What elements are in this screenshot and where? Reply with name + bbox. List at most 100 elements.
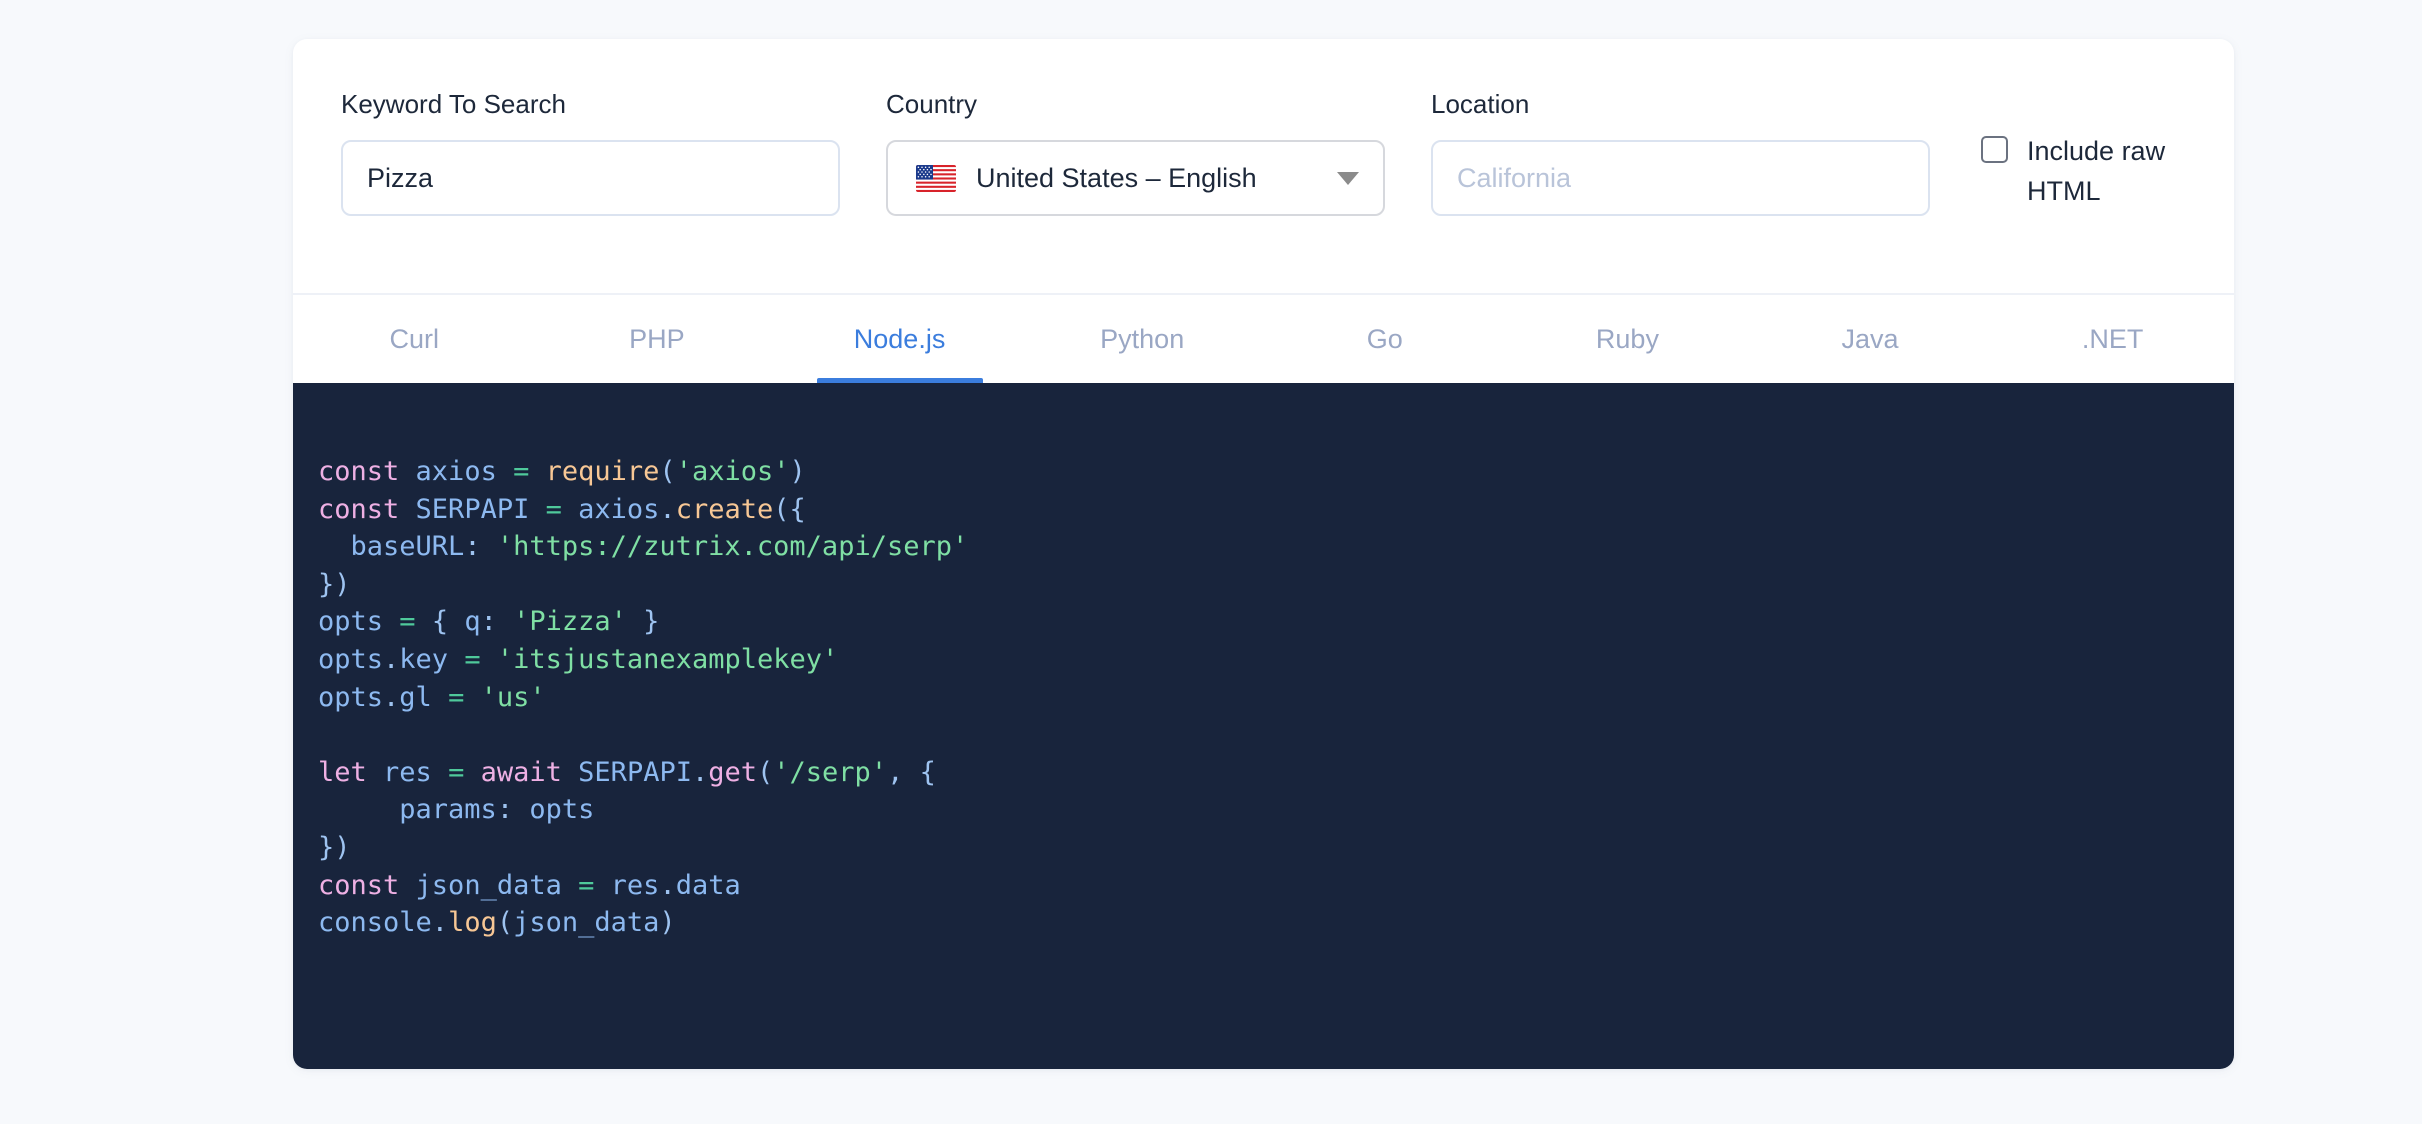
code-token: . (691, 756, 709, 788)
code-token: : (480, 606, 514, 638)
tab-label: PHP (629, 323, 685, 354)
code-token: = (513, 456, 530, 487)
code-token: . (383, 681, 400, 713)
code-token: params (318, 794, 497, 826)
chevron-down-icon (1337, 171, 1359, 185)
location-field-group: Location (1431, 91, 1930, 216)
code-token: console (318, 907, 432, 939)
code-token: ) (659, 907, 676, 939)
keyword-field-group: Keyword To Search (341, 91, 840, 216)
country-label: Country (886, 89, 978, 119)
code-token: = (448, 756, 465, 788)
code-token: . (659, 493, 676, 525)
api-playground-card: Keyword To Search Country (293, 39, 2234, 1069)
code-token: : (496, 794, 530, 826)
tab-node-js[interactable]: Node.js (778, 295, 1021, 383)
code-token: . (383, 643, 400, 675)
code-token: ) (789, 456, 806, 487)
tab-label: Curl (389, 323, 440, 354)
code-token: res (383, 756, 432, 788)
tab-label: Ruby (1595, 323, 1659, 354)
code-token: SERPAPI (415, 493, 530, 525)
code-token: const (318, 456, 400, 487)
code-token: = (464, 643, 481, 675)
code-token: let (318, 756, 367, 788)
code-snippet[interactable]: const axios = require('axios') const SER… (318, 453, 2234, 942)
tab-label: .NET (2081, 323, 2144, 354)
code-token: 'us' (480, 681, 546, 713)
code-token: SERPAPI (578, 756, 692, 788)
include-raw-html-label: Include raw HTML (2027, 136, 2166, 206)
code-token: baseURL (318, 531, 465, 563)
code-token: 'itsjustanexamplekey' (496, 643, 839, 675)
code-token: , { (887, 756, 936, 788)
tab-php[interactable]: PHP (536, 295, 779, 383)
code-token: { (431, 606, 465, 638)
country-select[interactable]: United States – English (886, 140, 1385, 216)
code-token: 'https://zutrix.com/api/serp' (496, 531, 969, 563)
code-token: 'Pizza' (513, 606, 627, 638)
code-token: opts (529, 794, 595, 826)
code-token: ( (659, 456, 676, 487)
code-token: opts (318, 643, 384, 675)
code-token: gl (399, 681, 432, 713)
tab-python[interactable]: Python (1021, 295, 1264, 383)
tab-label: Node.js (853, 323, 946, 354)
code-token: ( (496, 907, 514, 939)
search-form: Keyword To Search Country (293, 39, 2234, 295)
code-token: 'axios' (675, 456, 790, 487)
location-input[interactable] (1431, 140, 1930, 216)
include-raw-html-checkbox[interactable] (1981, 136, 2008, 163)
keyword-label: Keyword To Search (341, 89, 566, 119)
code-token: key (399, 643, 449, 675)
tab-curl[interactable]: Curl (293, 295, 536, 383)
code-token: json_data (513, 907, 660, 939)
code-token: get (708, 756, 758, 788)
code-token: require (545, 456, 660, 487)
code-token: json_data (415, 869, 562, 901)
tab-net[interactable]: .NET (1991, 295, 2234, 383)
include-raw-html-group[interactable]: Include raw HTML (1981, 131, 2196, 211)
code-panel: const axios = require('axios') const SER… (293, 383, 2234, 1069)
country-selected-value: United States – English (976, 162, 1257, 193)
tab-ruby[interactable]: Ruby (1506, 295, 1749, 383)
code-token: = (399, 606, 416, 638)
code-token: const (318, 493, 400, 525)
tab-label: Python (1100, 323, 1185, 354)
page-root: Keyword To Search Country (0, 0, 2422, 1124)
code-token: } (626, 606, 660, 638)
code-token: create (675, 493, 774, 525)
tab-label: Go (1366, 323, 1403, 354)
code-token: opts (318, 606, 384, 638)
keyword-input[interactable] (341, 140, 840, 216)
code-token: '/serp' (773, 756, 888, 788)
code-token: }) (318, 831, 351, 863)
code-token: = (448, 681, 465, 713)
code-token: ({ (773, 493, 806, 525)
language-tabs: Curl PHP Node.js Python Go Ruby Java .NET (293, 295, 2234, 383)
code-token: : (464, 531, 497, 563)
code-token: . (431, 907, 449, 939)
code-token: data (675, 869, 741, 901)
country-field-group: Country United States – English (886, 91, 1385, 216)
tab-go[interactable]: Go (1264, 295, 1507, 383)
code-token: log (448, 907, 497, 939)
code-token: axios (415, 456, 497, 487)
tab-java[interactable]: Java (1749, 295, 1992, 383)
code-token: = (578, 869, 595, 901)
code-token: q (464, 606, 481, 638)
code-token: = (545, 493, 562, 525)
